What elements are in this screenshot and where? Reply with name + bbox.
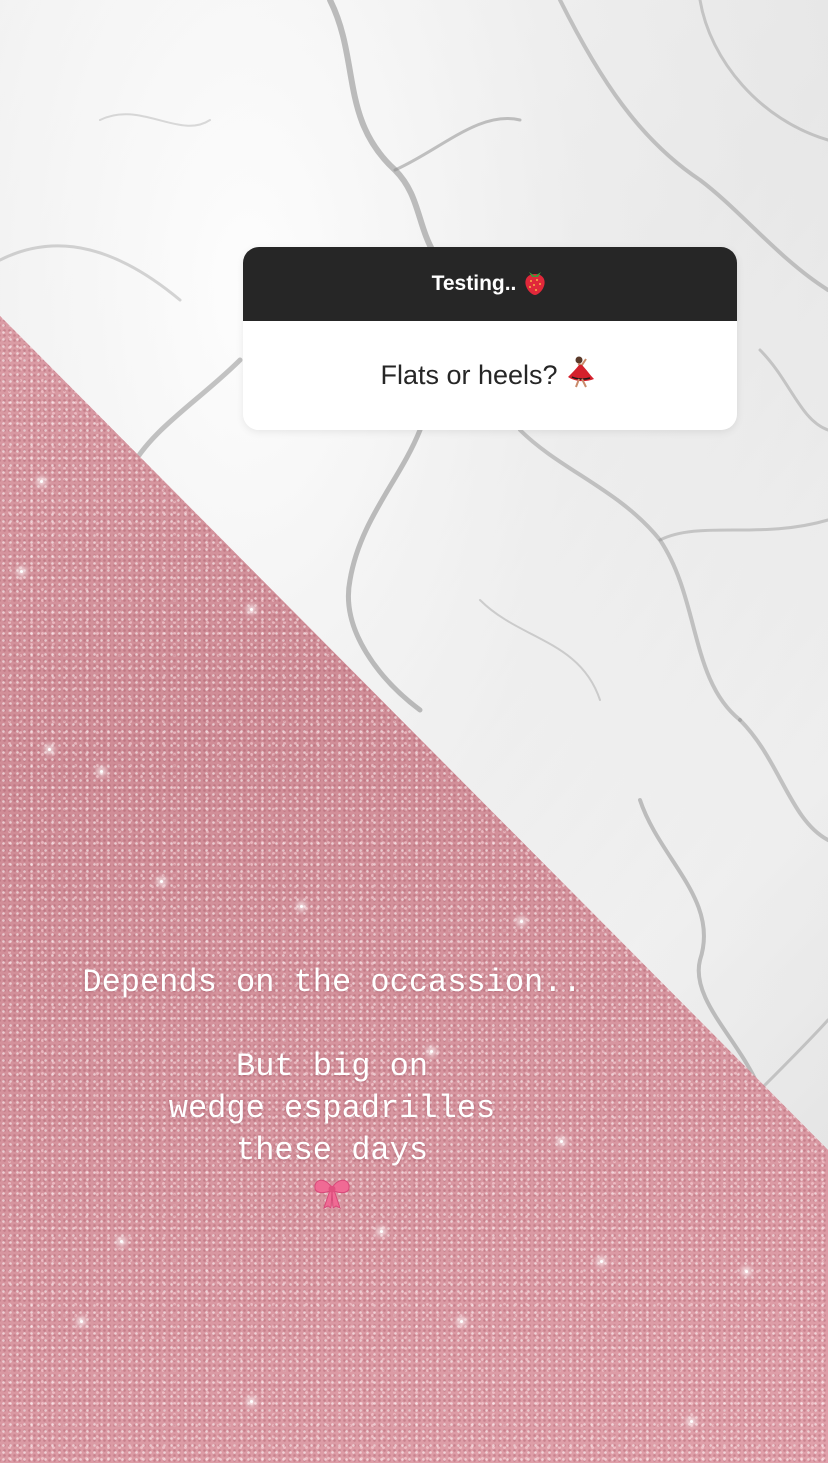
story-canvas: Testing.. Flats or heels? Depends on the… <box>0 0 828 1463</box>
sparkle <box>100 770 103 773</box>
sparkle <box>250 1400 253 1403</box>
ribbon-bow-icon <box>312 1172 352 1212</box>
sparkle <box>80 1320 83 1323</box>
question-sticker[interactable]: Testing.. Flats or heels? <box>243 247 737 430</box>
sparkle <box>520 920 523 923</box>
sparkle <box>690 1420 693 1423</box>
answer-line-3: wedge espadrilles <box>168 1090 496 1127</box>
strawberry-icon <box>522 268 548 301</box>
answer-spacer <box>0 1004 664 1046</box>
answer-line-1: Depends on the occassion.. <box>82 964 582 1001</box>
sparkle <box>120 1240 123 1243</box>
sparkle <box>745 1270 748 1273</box>
answer-text-block: Depends on the occassion.. But big on we… <box>0 962 664 1172</box>
sparkle <box>40 480 43 483</box>
sparkle <box>160 880 163 883</box>
question-sticker-body: Flats or heels? <box>243 321 737 430</box>
sparkle <box>48 748 51 751</box>
sparkle <box>250 608 253 611</box>
question-sticker-header: Testing.. <box>243 247 737 321</box>
question-sticker-header-text: Testing.. <box>431 272 517 295</box>
answer-line-4: these days <box>235 1132 429 1169</box>
dancer-icon <box>564 355 600 396</box>
sparkle <box>600 1260 603 1263</box>
sparkle <box>380 1230 383 1233</box>
answer-line-2: But big on <box>235 1048 429 1085</box>
question-text: Flats or heels? <box>380 360 558 390</box>
sparkle <box>300 905 303 908</box>
sparkle <box>20 570 23 573</box>
sparkle <box>460 1320 463 1323</box>
